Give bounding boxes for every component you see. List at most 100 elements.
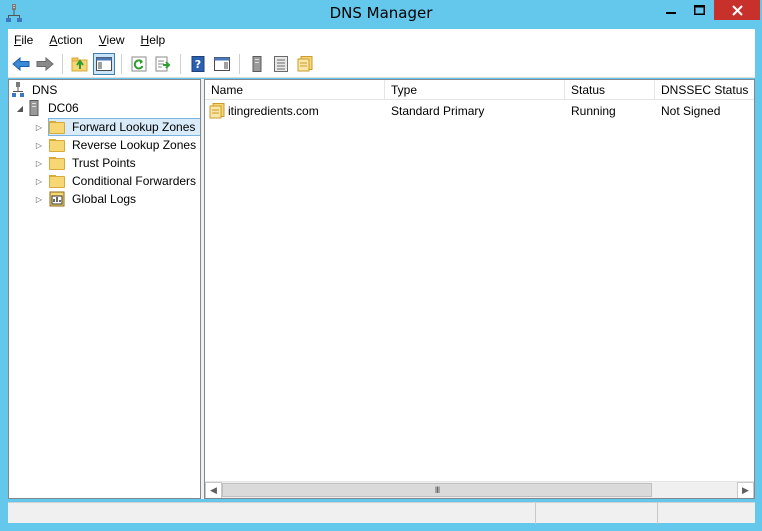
menu-help[interactable]: Help: [141, 33, 166, 47]
menu-view-mnemonic: V: [98, 32, 107, 47]
collapse-arrow-icon[interactable]: ◢: [15, 103, 25, 113]
back-arrow-icon: [12, 56, 30, 71]
menu-view[interactable]: View: [99, 33, 125, 47]
cell-type: Standard Primary: [391, 104, 485, 118]
expand-arrow-icon[interactable]: ▷: [34, 194, 44, 204]
expand-arrow-icon[interactable]: ▷: [34, 140, 44, 150]
refresh-icon: [131, 56, 147, 71]
logs-icon: [49, 191, 65, 207]
list-view-button[interactable]: [270, 53, 292, 75]
folder-icon: [49, 138, 65, 152]
scrollbar-thumb[interactable]: III: [222, 482, 652, 497]
scrollbar-grip: III: [434, 484, 440, 495]
server-label: DC06: [48, 101, 79, 115]
column-header-status[interactable]: Status: [565, 80, 655, 100]
scroll-left-button[interactable]: ◀: [205, 481, 222, 498]
back-button[interactable]: [10, 53, 32, 75]
column-header-row: Name Type Status DNSSEC Status: [205, 80, 754, 100]
tree-item-selection: Forward Lookup Zones: [48, 118, 200, 136]
cell-dnssec-status: Not Signed: [661, 104, 721, 118]
zone-icon: [209, 103, 225, 119]
refresh-button[interactable]: [128, 53, 150, 75]
menu-help-label: elp: [149, 32, 166, 47]
menu-file-label: ile: [21, 32, 34, 47]
tree-item-global-logs[interactable]: ▷ Global Logs: [34, 190, 142, 208]
column-header-type[interactable]: Type: [385, 80, 565, 100]
server-button[interactable]: [246, 53, 268, 75]
tree-item-wrap: Reverse Lookup Zones: [48, 136, 200, 154]
tree-root-label: DNS: [32, 83, 58, 97]
zone-icon: [297, 55, 313, 71]
toolbar: ?: [8, 50, 755, 78]
up-folder-icon: [71, 57, 88, 71]
tree-item-label: Reverse Lookup Zones: [72, 138, 197, 152]
dns-root-icon: [11, 82, 25, 98]
tree-item-wrap: Global Logs: [48, 190, 142, 208]
tree-item-forward-lookup-zones[interactable]: ▷ Forward Lookup Zones: [34, 118, 200, 136]
folder-icon: [49, 120, 65, 134]
svg-text:?: ?: [195, 58, 201, 71]
horizontal-scrollbar[interactable]: ◀ III ▶: [205, 481, 754, 498]
expand-arrow-icon[interactable]: ▷: [34, 122, 44, 132]
server-icon: [29, 100, 39, 116]
console-tree: DNS ◢ DC06 ▷ Forward Lookup Zones ▷ Reve…: [8, 79, 201, 499]
folder-icon: [49, 174, 65, 188]
menu-file[interactable]: File: [14, 33, 33, 47]
status-segment-2: [536, 503, 658, 524]
status-segment-3: [658, 503, 755, 524]
server-icon: [252, 55, 262, 72]
up-one-level-button[interactable]: [69, 53, 91, 75]
export-list-icon: [155, 56, 171, 71]
show-hide-console-tree-icon: [96, 56, 112, 71]
export-list-button[interactable]: [152, 53, 174, 75]
properties-pane-icon: [214, 56, 230, 71]
column-header-name[interactable]: Name: [205, 80, 385, 100]
cell-name: itingredients.com: [205, 101, 385, 121]
window-title: DNS Manager: [329, 4, 433, 22]
list-icon: [274, 55, 288, 72]
tree-item-trust-points[interactable]: ▷ Trust Points: [34, 154, 142, 172]
toolbar-separator: [180, 53, 181, 74]
close-icon: [731, 4, 743, 16]
scroll-right-button[interactable]: ▶: [737, 481, 754, 498]
menu-help-mnemonic: H: [140, 32, 150, 47]
menu-bar: File Action View Help: [8, 29, 755, 50]
tree-item-label: Forward Lookup Zones: [72, 120, 196, 134]
expand-arrow-icon[interactable]: ▷: [34, 176, 44, 186]
title-bar[interactable]: DNS Manager: [0, 0, 762, 28]
menu-view-label: iew: [106, 32, 125, 47]
tree-item-label: Global Logs: [72, 192, 137, 206]
toolbar-separator: [62, 53, 63, 74]
main-content: DNS ◢ DC06 ▷ Forward Lookup Zones ▷ Reve…: [8, 79, 755, 499]
help-button[interactable]: ?: [187, 53, 209, 75]
tree-item-wrap: Conditional Forwarders: [48, 172, 200, 190]
tree-node-server[interactable]: ◢ DC06: [15, 99, 82, 117]
tree-item-label: Conditional Forwarders: [72, 174, 197, 188]
folder-icon: [49, 156, 65, 170]
tree-root-dns[interactable]: DNS: [11, 81, 60, 99]
tree-item-reverse-lookup-zones[interactable]: ▷ Reverse Lookup Zones: [34, 136, 200, 154]
close-button[interactable]: [714, 0, 760, 20]
tree-item-label: Trust Points: [72, 156, 136, 170]
tree-item-wrap: Trust Points: [48, 154, 142, 172]
column-header-dnssec-status[interactable]: DNSSEC Status: [655, 80, 754, 100]
toolbar-separator: [239, 53, 240, 74]
status-bar: [8, 502, 755, 524]
scrollbar-track[interactable]: III: [222, 482, 737, 499]
expand-arrow-icon[interactable]: ▷: [34, 158, 44, 168]
properties-pane-button[interactable]: [211, 53, 233, 75]
tree-item-conditional-forwarders[interactable]: ▷ Conditional Forwarders: [34, 172, 200, 190]
show-hide-console-tree-button[interactable]: [93, 52, 115, 75]
dns-manager-window: DNS Manager File Action View Help ? DNS …: [0, 0, 762, 531]
minimize-button[interactable]: [657, 0, 685, 20]
status-segment-main: [8, 503, 536, 524]
zone-button[interactable]: [294, 53, 316, 75]
forward-button[interactable]: [34, 53, 56, 75]
forward-arrow-icon: [36, 56, 54, 71]
maximize-button[interactable]: [686, 0, 713, 20]
results-pane: Name Type Status DNSSEC Status itingredi…: [204, 79, 755, 499]
cell-status: Running: [571, 104, 616, 118]
menu-action[interactable]: Action: [49, 33, 82, 47]
table-row[interactable]: itingredients.com Standard Primary Runni…: [205, 101, 754, 121]
zone-name: itingredients.com: [228, 104, 319, 118]
